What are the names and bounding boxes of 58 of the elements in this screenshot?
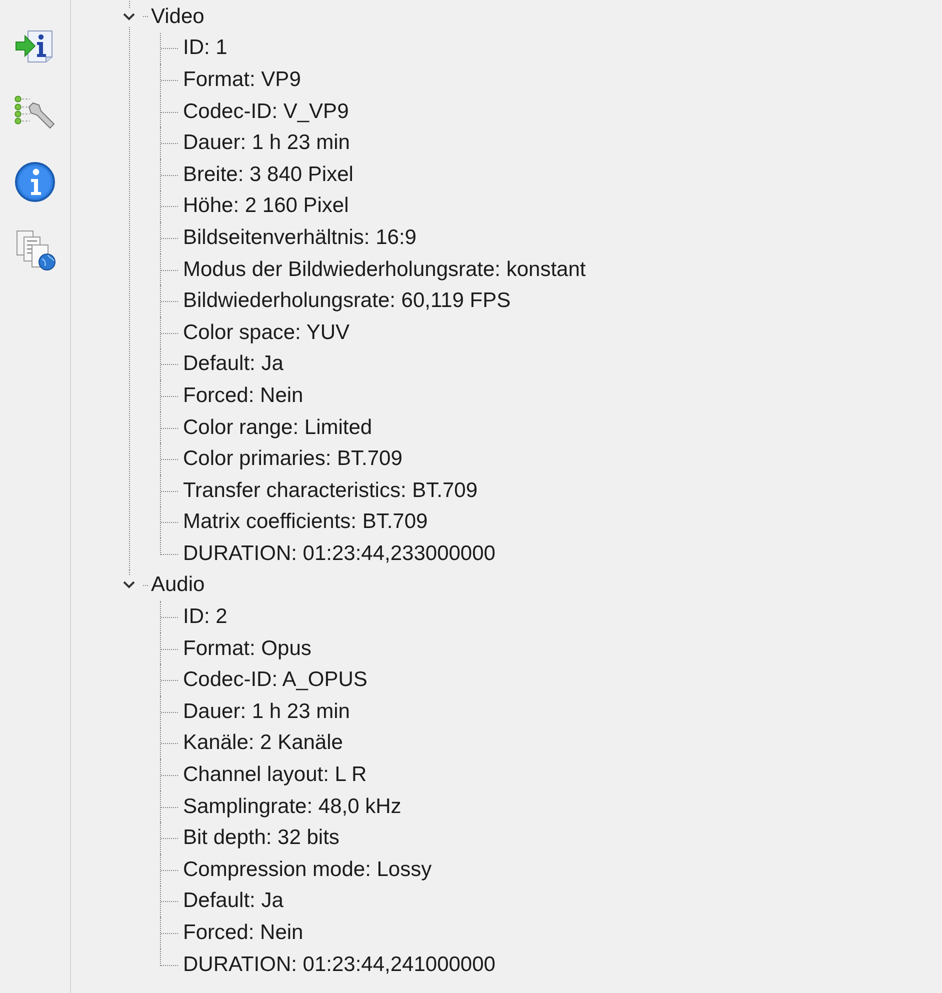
- tree-item[interactable]: Default: Ja: [183, 352, 284, 376]
- tree-item[interactable]: Forced: Nein: [183, 384, 304, 408]
- tree-connector: [160, 632, 178, 664]
- tree-item[interactable]: Samplingrate: 48,0 kHz: [183, 794, 402, 819]
- tree-item[interactable]: ID: 2: [183, 605, 228, 630]
- tree-connector: [160, 854, 178, 886]
- tree-item[interactable]: Matrix coefficients: BT.709: [183, 510, 428, 534]
- tree-item[interactable]: Modus der Bildwiederholungsrate: konstant: [183, 258, 586, 282]
- tree-item[interactable]: Compression mode: Lossy: [183, 858, 432, 882]
- tree-connector: [160, 601, 178, 633]
- tree-item[interactable]: Default: Ja: [183, 889, 284, 914]
- tree-item[interactable]: Dauer: 1 h 23 min: [183, 700, 350, 724]
- tree-connector: [160, 728, 178, 760]
- tree-item[interactable]: DURATION: 01:23:44,233000000: [183, 542, 496, 566]
- tree-connector: [160, 254, 178, 286]
- tree-item[interactable]: Codec-ID: A_OPUS: [183, 668, 368, 692]
- tree-connector: [160, 759, 178, 791]
- tree-item[interactable]: Color space: YUV: [183, 320, 350, 345]
- tree-item[interactable]: Dauer: 1 h 23 min: [183, 131, 350, 156]
- tree-connector: [160, 158, 178, 191]
- tree-item[interactable]: ID: 1: [183, 36, 228, 60]
- tree-connector: [160, 664, 178, 696]
- tree-connector: [160, 127, 178, 159]
- tree-item[interactable]: Höhe: 2 160 Pixel: [183, 194, 349, 218]
- info-icon[interactable]: [13, 161, 57, 203]
- tree-item[interactable]: Breite: 3 840 Pixel: [183, 162, 354, 187]
- tree-item[interactable]: Codec-ID: V_VP9: [183, 100, 349, 124]
- tree-node[interactable]: Video: [151, 4, 204, 29]
- tree-connector: [160, 64, 178, 96]
- tree-connector: [160, 32, 178, 64]
- tree-item[interactable]: Channel layout: L R: [183, 763, 367, 788]
- tree-item[interactable]: Transfer characteristics: BT.709: [183, 478, 478, 503]
- tree-item[interactable]: Bildseitenverhältnis: 16:9: [183, 226, 416, 250]
- tree-connector: [160, 822, 178, 854]
- tree-connector: [160, 412, 178, 444]
- tree-connector: [160, 474, 178, 506]
- tree-item[interactable]: Format: Opus: [183, 636, 312, 661]
- tree-connector: [160, 190, 178, 222]
- tree-connector: [160, 696, 178, 728]
- tree-node[interactable]: Audio: [151, 573, 205, 598]
- tree-item[interactable]: Color range: Limited: [183, 416, 372, 440]
- tree-item[interactable]: Bildwiederholungsrate: 60,119 FPS: [183, 289, 511, 314]
- tree-item[interactable]: Forced: Nein: [183, 921, 304, 946]
- tree-connector: [160, 886, 178, 918]
- tree-item[interactable]: Bit depth: 32 bits: [183, 826, 340, 850]
- tree-connector: [160, 380, 178, 412]
- tree-item[interactable]: DURATION: 01:23:44,241000000: [183, 952, 496, 977]
- tree-connector: [160, 96, 178, 128]
- tree-connector: [160, 348, 178, 380]
- tree-item[interactable]: Format: VP9: [183, 68, 301, 92]
- tree-connector: [160, 285, 178, 317]
- tree-connector: [160, 316, 178, 349]
- tree-connector: [160, 222, 178, 254]
- tree-item[interactable]: Kanäle: 2 Kanäle: [183, 731, 343, 756]
- tree-connector: [143, 584, 148, 586]
- tree-connector: [160, 790, 178, 822]
- tree-connector: [160, 443, 178, 475]
- tree-item[interactable]: Color primaries: BT.709: [183, 447, 402, 472]
